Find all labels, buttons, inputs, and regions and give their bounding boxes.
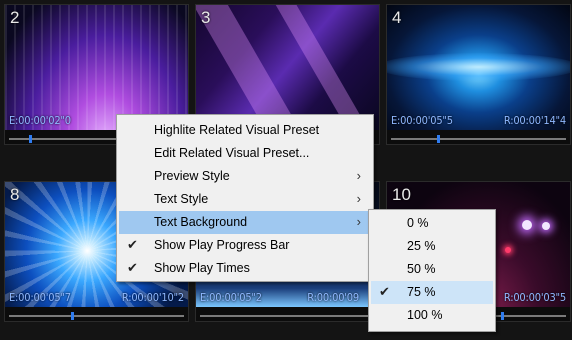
submenu-item-100-percent[interactable]: 100 % (371, 304, 493, 327)
submenu-item-label: 100 % (407, 308, 443, 322)
submenu-item-label: 75 % (407, 285, 436, 299)
menu-item-show-play-times[interactable]: ✔ Show Play Times (119, 257, 371, 280)
preview-thumbnail (387, 5, 570, 130)
menu-item-label: Highlite Related Visual Preset (154, 123, 320, 137)
progress-knob[interactable] (501, 312, 504, 320)
menu-item-label: Edit Related Visual Preset... (154, 146, 310, 160)
progress-knob[interactable] (71, 312, 74, 320)
submenu-item-25-percent[interactable]: 25 % (371, 235, 493, 258)
remaining-time: R:00:00'03"5 (503, 291, 566, 304)
play-progress-bar[interactable] (200, 315, 375, 317)
elapsed-time: E:00:00'05"7 (9, 291, 71, 304)
tile-number: 8 (10, 185, 20, 204)
submenu-item-label: 25 % (407, 239, 436, 253)
elapsed-time: E:00:00'02"0 (9, 114, 71, 127)
context-menu: Highlite Related Visual Preset Edit Rela… (116, 114, 374, 282)
remaining-time: R:00:00'10"2 (121, 291, 184, 304)
preview-thumbnail (5, 5, 188, 130)
check-icon: ✔ (127, 260, 138, 275)
check-icon: ✔ (379, 284, 390, 299)
submenu-arrow-icon: › (356, 214, 361, 229)
menu-item-text-background[interactable]: Text Background › (119, 211, 371, 234)
menu-item-label: Text Style (154, 192, 209, 206)
preview-tile-4[interactable]: 4 E:00:00'05"5 R:00:00'14"4 (386, 4, 571, 145)
menu-item-label: Show Play Progress Bar (154, 238, 290, 252)
play-progress-bar[interactable] (9, 312, 184, 320)
progress-knob[interactable] (437, 135, 440, 143)
submenu-item-label: 50 % (407, 262, 436, 276)
submenu-item-label: 0 % (407, 216, 429, 230)
remaining-time: R:00:00'14"4 (503, 114, 566, 127)
tile-number: 10 (392, 185, 411, 204)
submenu-item-50-percent[interactable]: 50 % (371, 258, 493, 281)
tile-number: 2 (10, 8, 20, 27)
submenu-item-75-percent[interactable]: ✔ 75 % (371, 281, 493, 304)
menu-item-label: Preview Style (154, 169, 230, 183)
menu-item-label: Show Play Times (154, 261, 250, 275)
menu-item-edit-related-visual-preset[interactable]: Edit Related Visual Preset... (119, 142, 371, 165)
menu-item-show-play-progress-bar[interactable]: ✔ Show Play Progress Bar (119, 234, 371, 257)
menu-item-label: Text Background (154, 215, 248, 229)
submenu-item-0-percent[interactable]: 0 % (371, 212, 493, 235)
remaining-time: R:00:00'09 (307, 291, 359, 304)
play-progress-bar[interactable] (391, 135, 566, 143)
submenu-arrow-icon: › (356, 168, 361, 183)
text-background-submenu: 0 % 25 % 50 % ✔ 75 % 100 % (368, 209, 496, 332)
tile-number: 4 (392, 8, 402, 27)
elapsed-time: E:00:00'05"5 (391, 114, 453, 127)
submenu-arrow-icon: › (356, 191, 361, 206)
menu-item-preview-style[interactable]: Preview Style › (119, 165, 371, 188)
menu-item-highlite-related-visual-preset[interactable]: Highlite Related Visual Preset (119, 119, 371, 142)
menu-item-text-style[interactable]: Text Style › (119, 188, 371, 211)
progress-knob[interactable] (29, 135, 32, 143)
check-icon: ✔ (127, 237, 138, 252)
preview-thumbnail (196, 5, 379, 130)
tile-number: 3 (201, 8, 211, 27)
elapsed-time: E:00:00'05"2 (200, 291, 262, 304)
